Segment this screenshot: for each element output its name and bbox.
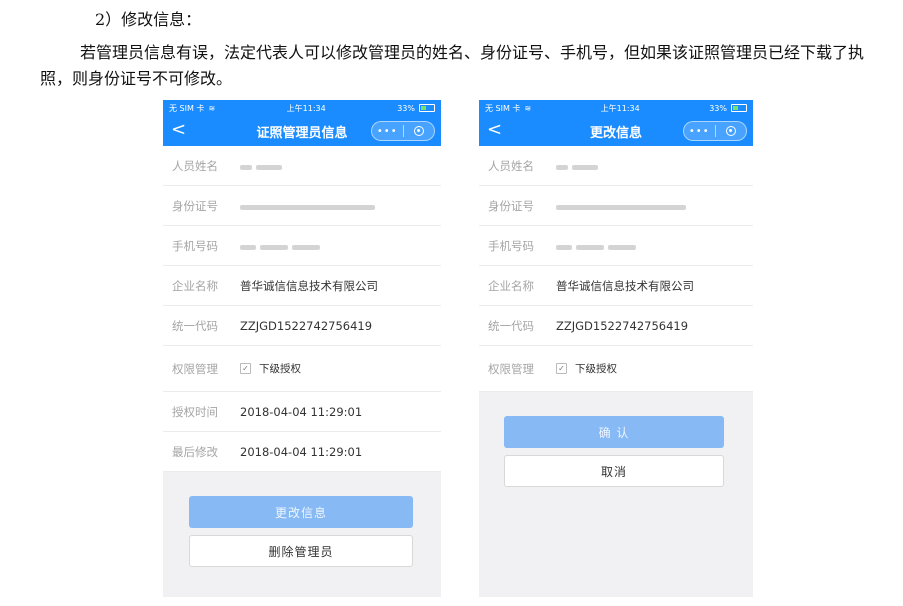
field-label: 权限管理: [488, 361, 534, 376]
field-row-unified-code: 统一代码 ZZJGD1522742756419: [479, 306, 753, 346]
mini-program-capsule: •••: [371, 121, 435, 141]
field-row-auth-time: 授权时间 2018-04-04 11:29:01: [163, 392, 441, 432]
field-row-id-number: 身份证号: [163, 186, 441, 226]
nav-bar: < 更改信息 •••: [479, 116, 753, 146]
field-label: 企业名称: [172, 278, 218, 293]
status-time: 上午11:34: [286, 103, 326, 113]
field-value: 2018-04-04 11:29:01: [240, 444, 363, 459]
nav-bar: < 证照管理员信息 •••: [163, 116, 441, 146]
edit-form: 人员姓名 身份证号 手机号码 企业名称 普华诚信信息技术有限公司 统一代码 ZZ…: [479, 146, 753, 392]
field-row-name[interactable]: 人员姓名: [479, 146, 753, 186]
masked-value: [556, 199, 690, 213]
field-row-permissions: 权限管理 ✓ 下级授权: [479, 346, 753, 392]
field-row-name: 人员姓名: [163, 146, 441, 186]
checkbox-label: 下级授权: [575, 363, 617, 375]
field-value: ZZJGD1522742756419: [556, 318, 689, 333]
field-label: 手机号码: [488, 238, 534, 253]
wifi-icon: ≋: [524, 103, 532, 113]
field-label: 人员姓名: [172, 158, 218, 173]
masked-value: [240, 159, 286, 173]
checkbox-icon: ✓: [240, 363, 251, 374]
checkbox-icon[interactable]: ✓: [556, 363, 567, 374]
field-label: 授权时间: [172, 404, 218, 419]
field-label: 最后修改: [172, 444, 218, 459]
field-label: 统一代码: [172, 318, 218, 333]
confirm-button[interactable]: 确 认: [504, 416, 724, 448]
page-title: 证照管理员信息: [256, 125, 348, 141]
field-label: 手机号码: [172, 238, 218, 253]
more-icon[interactable]: •••: [684, 126, 715, 137]
field-label: 身份证号: [488, 198, 534, 213]
back-icon[interactable]: <: [487, 120, 502, 140]
close-circle-icon[interactable]: [404, 126, 435, 136]
info-form: 人员姓名 身份证号 手机号码 企业名称 普华诚信信息技术有限公司 统一代码 ZZ…: [163, 146, 441, 472]
page-title: 更改信息: [589, 125, 642, 141]
change-info-button[interactable]: 更改信息: [189, 496, 413, 528]
field-label: 权限管理: [172, 361, 218, 376]
more-icon[interactable]: •••: [372, 126, 403, 137]
field-label: 身份证号: [172, 198, 218, 213]
field-row-phone[interactable]: 手机号码: [479, 226, 753, 266]
field-label: 统一代码: [488, 318, 534, 333]
field-row-company: 企业名称 普华诚信信息技术有限公司: [163, 266, 441, 306]
phone-screenshot-manager-info: 无 SIM 卡 ≋ 上午11:34 33% < 证照管理员信息 ••• 人员姓名…: [163, 100, 441, 597]
checkbox-label: 下级授权: [259, 363, 301, 375]
field-value: 普华诚信信息技术有限公司: [240, 278, 378, 293]
wifi-icon: ≋: [208, 103, 216, 113]
field-row-unified-code: 统一代码 ZZJGD1522742756419: [163, 306, 441, 346]
field-row-permissions: 权限管理 ✓ 下级授权: [163, 346, 441, 392]
battery-icon: [730, 104, 747, 112]
masked-value: [240, 239, 324, 253]
mini-program-capsule: •••: [683, 121, 747, 141]
field-row-company: 企业名称 普华诚信信息技术有限公司: [479, 266, 753, 306]
back-icon[interactable]: <: [171, 120, 186, 140]
masked-value: [240, 199, 379, 213]
carrier-text: 无 SIM 卡: [485, 103, 521, 113]
battery-percent: 33%: [709, 103, 727, 113]
field-value: 普华诚信信息技术有限公司: [556, 278, 694, 293]
battery-percent: 33%: [397, 103, 415, 113]
field-row-phone: 手机号码: [163, 226, 441, 266]
masked-value: [556, 159, 602, 173]
cancel-button[interactable]: 取消: [504, 455, 724, 487]
field-label: 企业名称: [488, 278, 534, 293]
field-label: 人员姓名: [488, 158, 534, 173]
status-bar: 无 SIM 卡 ≋ 上午11:34 33%: [163, 100, 441, 116]
field-value: 2018-04-04 11:29:01: [240, 404, 363, 419]
field-row-id-number[interactable]: 身份证号: [479, 186, 753, 226]
field-row-last-modified: 最后修改 2018-04-04 11:29:01: [163, 432, 441, 472]
masked-value: [556, 239, 640, 253]
status-bar: 无 SIM 卡 ≋ 上午11:34 33%: [479, 100, 753, 116]
close-circle-icon[interactable]: [716, 126, 747, 136]
section-heading: 2）修改信息：: [95, 10, 202, 29]
section-paragraph: 若管理员信息有误，法定代表人可以修改管理员的姓名、身份证号、手机号，但如果该证照…: [40, 43, 865, 88]
field-value: ZZJGD1522742756419: [240, 318, 373, 333]
status-time: 上午11:34: [600, 103, 640, 113]
carrier-text: 无 SIM 卡: [169, 103, 205, 113]
phone-screenshot-edit-info: 无 SIM 卡 ≋ 上午11:34 33% < 更改信息 ••• 人员姓名 身份…: [479, 100, 753, 597]
delete-manager-button[interactable]: 删除管理员: [189, 535, 413, 567]
battery-icon: [418, 104, 435, 112]
